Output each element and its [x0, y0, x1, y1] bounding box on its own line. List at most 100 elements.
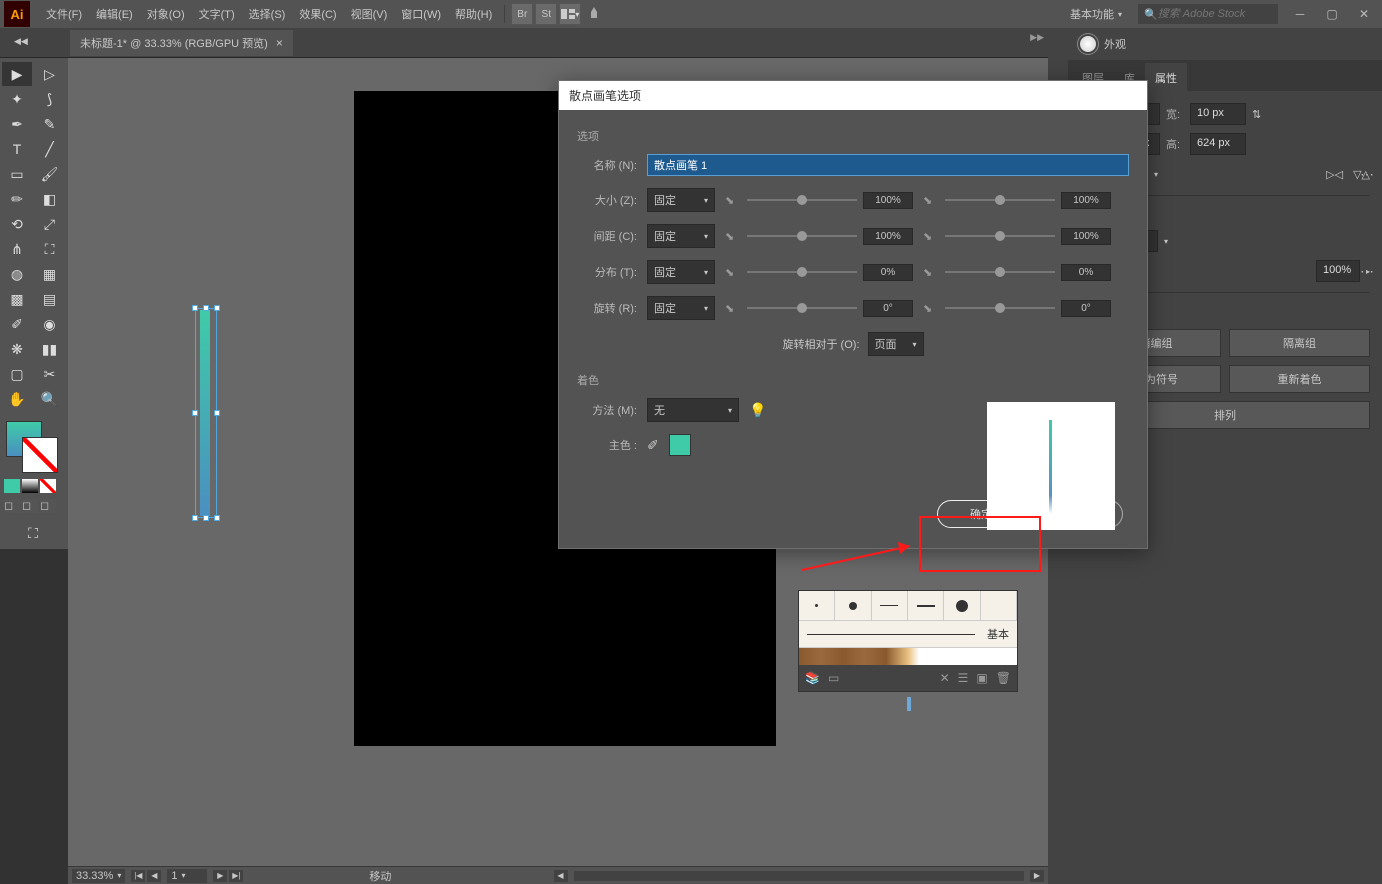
delete-brush-icon[interactable]: 🗑: [996, 671, 1011, 685]
symbol-sprayer-tool[interactable]: ❋: [2, 337, 32, 361]
handle-tl[interactable]: [192, 305, 198, 311]
search-input[interactable]: [1158, 8, 1272, 20]
menu-object[interactable]: 对象(O): [141, 2, 191, 26]
brush-preset-6[interactable]: [981, 591, 1017, 620]
stock-icon[interactable]: St: [535, 3, 557, 25]
toolbox-collapse-icon[interactable]: ◀◀: [14, 36, 28, 47]
menu-window[interactable]: 窗口(W): [395, 2, 447, 26]
draw-normal-icon[interactable]: ◻: [4, 499, 20, 513]
screen-mode-icon[interactable]: ⛶: [2, 521, 64, 545]
w-input[interactable]: 10 px: [1190, 103, 1246, 125]
spacing-slider[interactable]: [747, 235, 857, 237]
pen-tool[interactable]: ✒: [2, 112, 32, 136]
appearance-panel-tab[interactable]: 外观: [1068, 28, 1382, 61]
size-slider[interactable]: [747, 199, 857, 201]
gradient-mode-icon[interactable]: [22, 479, 38, 493]
close-window-button[interactable]: ✕: [1350, 5, 1378, 23]
line-tool[interactable]: ╱: [35, 137, 65, 161]
workspace-switcher[interactable]: 基本功能▾: [1062, 3, 1130, 25]
rotation-value[interactable]: 0°: [863, 300, 913, 317]
close-tab-icon[interactable]: ×: [276, 36, 283, 50]
perspective-tool[interactable]: ▦: [35, 262, 65, 286]
artboard-tool[interactable]: ▢: [2, 362, 32, 386]
brush-options-icon[interactable]: ☰: [958, 671, 969, 685]
search-stock[interactable]: 🔍: [1138, 4, 1278, 24]
handle-mr[interactable]: [214, 410, 220, 416]
last-artboard-icon[interactable]: ▶|: [229, 870, 243, 882]
menu-select[interactable]: 选择(S): [243, 2, 292, 26]
flip-horizontal-icon[interactable]: ▷◁: [1326, 168, 1343, 181]
handle-tr[interactable]: [214, 305, 220, 311]
bridge-icon[interactable]: Br: [511, 3, 533, 25]
handle-br[interactable]: [214, 515, 220, 521]
slice-tool[interactable]: ✂: [35, 362, 65, 386]
handle-bm[interactable]: [203, 515, 209, 521]
first-artboard-icon[interactable]: |◀: [131, 870, 145, 882]
brush-basic[interactable]: 基本: [799, 621, 1017, 647]
type-tool[interactable]: T: [2, 137, 32, 161]
brush-preset-4[interactable]: [908, 591, 944, 620]
eraser-tool[interactable]: ◧: [35, 187, 65, 211]
keycolor-swatch[interactable]: [669, 434, 691, 456]
size-value[interactable]: 100%: [863, 192, 913, 209]
lasso-tool[interactable]: ⟆: [35, 87, 65, 111]
eyedropper-tool[interactable]: ✐: [2, 312, 32, 336]
shape-builder-tool[interactable]: ◍: [2, 262, 32, 286]
tab-properties[interactable]: 属性: [1145, 63, 1187, 91]
zoom-select[interactable]: 33.33%▾: [72, 869, 125, 883]
blend-tool[interactable]: ◉: [35, 312, 65, 336]
rectangle-tool[interactable]: ▭: [2, 162, 32, 186]
menu-edit[interactable]: 编辑(E): [90, 2, 139, 26]
handle-bl[interactable]: [192, 515, 198, 521]
curvature-tool[interactable]: ✎: [35, 112, 65, 136]
minimize-button[interactable]: ─: [1286, 5, 1314, 23]
link-wh-icon[interactable]: ⇅: [1252, 108, 1261, 121]
rotation-slider[interactable]: [747, 307, 857, 309]
new-brush-icon[interactable]: ▣: [976, 671, 987, 685]
colorization-method-select[interactable]: 无▾: [647, 398, 739, 422]
appearance-more-icon[interactable]: ⋯: [1360, 263, 1374, 280]
menu-type[interactable]: 文字(T): [193, 2, 241, 26]
brush-preset-1[interactable]: [799, 591, 835, 620]
scatter-value[interactable]: 0%: [863, 264, 913, 281]
scroll-left-icon[interactable]: ◀: [554, 870, 568, 882]
handle-ml[interactable]: [192, 410, 198, 416]
paintbrush-tool[interactable]: 🖌: [35, 162, 65, 186]
scatter-mode-select[interactable]: 固定▾: [647, 260, 715, 284]
gradient-tool[interactable]: ▤: [35, 287, 65, 311]
eyedropper-icon[interactable]: ✐: [647, 437, 659, 454]
angle-dropdown-icon[interactable]: ▾: [1154, 170, 1158, 179]
brush-libraries-menu-icon[interactable]: ▭: [828, 671, 839, 685]
none-mode-icon[interactable]: [40, 479, 56, 493]
arrange-docs-icon[interactable]: ▾: [559, 3, 581, 25]
draw-inside-icon[interactable]: ◻: [40, 499, 56, 513]
menu-file[interactable]: 文件(F): [40, 2, 88, 26]
h-input[interactable]: 624 px: [1190, 133, 1246, 155]
free-transform-tool[interactable]: ⛶: [35, 237, 65, 261]
rotate-tool[interactable]: ⟲: [2, 212, 32, 236]
document-tab[interactable]: 未标题-1* @ 33.33% (RGB/GPU 预览) ×: [70, 30, 293, 56]
scale-tool[interactable]: ⤢: [35, 212, 65, 236]
remove-stroke-icon[interactable]: ✕: [940, 671, 950, 685]
magic-wand-tool[interactable]: ✦: [2, 87, 32, 111]
menu-view[interactable]: 视图(V): [345, 2, 394, 26]
color-mode-icon[interactable]: [4, 479, 20, 493]
spacing-value[interactable]: 100%: [863, 228, 913, 245]
width-tool[interactable]: ⋔: [2, 237, 32, 261]
selection-tool[interactable]: ▶: [2, 62, 32, 86]
rotate-relative-select[interactable]: 页面▾: [868, 332, 924, 356]
spacing-mode-select[interactable]: 固定▾: [647, 224, 715, 248]
brush-art-stroke[interactable]: [799, 647, 1017, 665]
menu-help[interactable]: 帮助(H): [449, 2, 498, 26]
stroke-swatch[interactable]: [22, 437, 58, 473]
panel-collapse-icon[interactable]: ▶▶: [1030, 32, 1044, 43]
artboard-nav-input[interactable]: 1▾: [167, 869, 207, 883]
scatter-slider[interactable]: [747, 271, 857, 273]
mesh-tool[interactable]: ▩: [2, 287, 32, 311]
direct-selection-tool[interactable]: ▷: [35, 62, 65, 86]
h-scrollbar[interactable]: [574, 871, 1025, 881]
tips-icon[interactable]: 💡: [749, 402, 766, 419]
handle-tm[interactable]: [203, 305, 209, 311]
rotation-mode-select[interactable]: 固定▾: [647, 296, 715, 320]
brush-preset-2[interactable]: [835, 591, 871, 620]
